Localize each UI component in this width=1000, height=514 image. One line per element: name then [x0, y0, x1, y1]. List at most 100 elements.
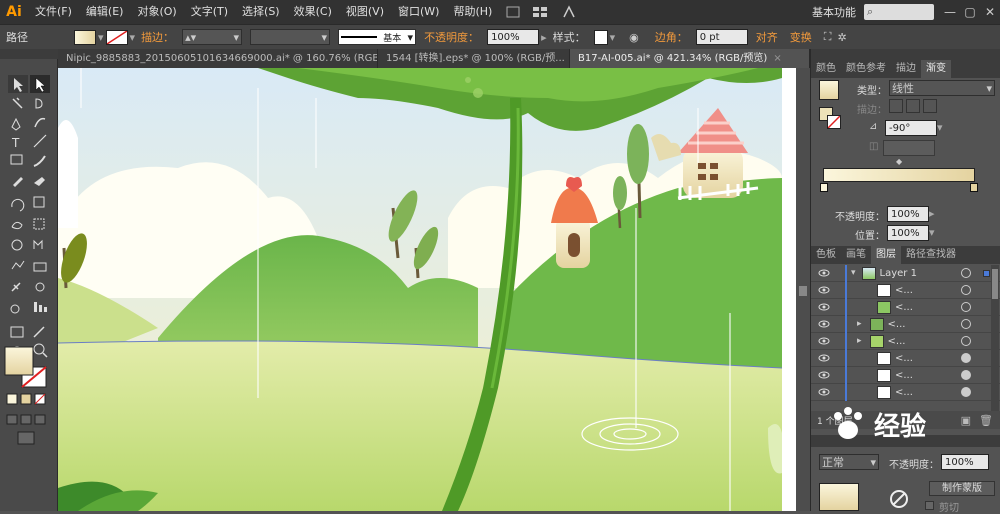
sublayer-row[interactable]: ▸ <...: [811, 332, 1000, 350]
corner-label[interactable]: 边角：: [649, 29, 694, 45]
layer-name[interactable]: Layer 1: [880, 268, 932, 279]
tab-pathfinder[interactable]: 路径查找器: [901, 246, 961, 264]
eye-icon[interactable]: [817, 302, 831, 312]
close-button[interactable]: ✕: [980, 5, 1000, 19]
close-tab-icon[interactable]: ×: [773, 53, 781, 64]
vertical-scrollbar[interactable]: [796, 68, 810, 511]
sublayer-row[interactable]: <...: [811, 366, 1000, 384]
target-circle[interactable]: [961, 370, 971, 380]
menu-select[interactable]: 选择(S): [235, 0, 287, 24]
eye-icon[interactable]: [817, 319, 831, 329]
hand-tool-icon[interactable]: [8, 339, 28, 357]
menu-window[interactable]: 窗口(W): [391, 0, 446, 24]
gpu-performance-icon[interactable]: [559, 4, 579, 20]
line-tool-icon[interactable]: [30, 135, 50, 153]
chevron-right-icon[interactable]: ▸: [857, 336, 862, 346]
sublayer-row[interactable]: ▸ <...: [811, 315, 1000, 333]
document-tab[interactable]: 1544 [转换].eps* @ 100% (RGB/预...: [378, 49, 570, 68]
eye-icon[interactable]: [817, 285, 831, 295]
chevron-down-icon[interactable]: ▾: [937, 121, 943, 134]
menu-edit[interactable]: 编辑(E): [79, 0, 131, 24]
maximize-button[interactable]: ▢: [960, 5, 980, 19]
variable-width-dropdown[interactable]: ▾: [250, 29, 331, 45]
selection-tool-icon[interactable]: [8, 75, 28, 93]
chevron-down-icon[interactable]: ▾: [851, 268, 856, 278]
gradient-stop-start[interactable]: [820, 183, 828, 192]
menu-file[interactable]: 文件(F): [28, 0, 79, 24]
target-circle[interactable]: [961, 302, 971, 312]
sublayer-name[interactable]: <...: [895, 353, 947, 364]
target-circle[interactable]: [961, 319, 971, 329]
eye-icon[interactable]: [817, 353, 831, 363]
gradient-slider[interactable]: [823, 168, 975, 182]
stroke-weight-dropdown[interactable]: ▴▾ ▾: [182, 29, 243, 45]
opacity-input[interactable]: 100%: [487, 29, 540, 45]
align-link[interactable]: 对齐: [750, 29, 784, 45]
sublayer-row[interactable]: <...: [811, 383, 1000, 401]
tab-brushes[interactable]: 画笔: [841, 246, 871, 264]
menu-type[interactable]: 文字(T): [184, 0, 235, 24]
arrange-documents-icon[interactable]: [531, 4, 551, 20]
sublayer-row[interactable]: <...: [811, 349, 1000, 367]
brush-tool-icon[interactable]: [30, 153, 50, 171]
scroll-thumb[interactable]: [799, 286, 807, 296]
gradient-stop-end[interactable]: [970, 183, 978, 192]
gradient-stroke-swatch[interactable]: [827, 115, 841, 129]
corner-input[interactable]: 0 pt: [695, 29, 748, 45]
gradient-type-dropdown[interactable]: 线性 ▾: [889, 80, 995, 96]
type-tool-icon[interactable]: [8, 135, 28, 153]
layer-row[interactable]: ▾ Layer 1: [811, 265, 1000, 282]
menu-effect[interactable]: 效果(C): [287, 0, 339, 24]
minimize-button[interactable]: —: [940, 5, 960, 19]
document-tab[interactable]: Nipic_9885883_20150605101634669000.ai* @…: [58, 49, 378, 68]
menu-view[interactable]: 视图(V): [339, 0, 391, 24]
sublayer-name[interactable]: <...: [888, 336, 940, 347]
tab-gradient[interactable]: 渐变: [921, 60, 951, 78]
panel-menu-icon[interactable]: ✲: [837, 31, 846, 44]
chevron-right-icon[interactable]: ▸: [857, 319, 862, 329]
eye-icon[interactable]: [817, 370, 831, 380]
graphic-style-swatch[interactable]: [593, 29, 608, 45]
target-circle[interactable]: [961, 285, 971, 295]
selected-art-indicator[interactable]: [983, 269, 990, 277]
stroke-mode-icons[interactable]: [889, 99, 939, 113]
layers-scrollbar[interactable]: [991, 265, 999, 411]
chevron-down-icon[interactable]: ▾: [98, 31, 104, 44]
opacity-label[interactable]: 不透明度：: [418, 29, 485, 45]
chevron-right-icon[interactable]: ▸: [929, 207, 935, 220]
direct-selection-icon[interactable]: [30, 75, 50, 93]
eye-icon[interactable]: [817, 336, 831, 346]
chevron-down-icon[interactable]: ▾: [929, 226, 935, 239]
target-circle[interactable]: [961, 353, 971, 363]
eye-icon[interactable]: [817, 268, 831, 278]
document-tab-active[interactable]: B17-AI-005.ai* @ 421.34% (RGB/预览) ×: [570, 49, 810, 68]
sublayer-name[interactable]: <...: [895, 370, 947, 381]
clip-checkbox[interactable]: [925, 501, 934, 510]
tab-swatches[interactable]: 色板: [811, 246, 841, 264]
gradient-preview-swatch[interactable]: [819, 80, 839, 100]
pen-tool-icon[interactable]: [8, 117, 28, 135]
menu-object[interactable]: 对象(O): [130, 0, 183, 24]
transparency-opacity-input[interactable]: 100%: [941, 454, 989, 470]
no-mask-icon[interactable]: [889, 489, 909, 509]
sublayer-name[interactable]: <...: [895, 285, 947, 296]
sublayer-row[interactable]: <...: [811, 281, 1000, 299]
transform-link[interactable]: 变换: [784, 29, 818, 45]
artboard-canvas[interactable]: [58, 68, 782, 511]
gradient-location-input[interactable]: 100%: [887, 225, 929, 241]
target-circle[interactable]: [961, 336, 971, 346]
sublayer-name[interactable]: <...: [888, 319, 940, 330]
zoom-tool-icon[interactable]: [30, 339, 50, 357]
tab-color-guide[interactable]: 颜色参考: [841, 60, 891, 78]
target-circle[interactable]: [961, 268, 971, 278]
search-input[interactable]: ⌕: [864, 4, 934, 20]
menu-help[interactable]: 帮助(H): [446, 0, 499, 24]
sublayer-row[interactable]: <...: [811, 298, 1000, 316]
tab-color[interactable]: 颜色: [811, 60, 841, 78]
rectangle-tool-icon[interactable]: [8, 153, 28, 171]
gradient-opacity-input[interactable]: 100%: [887, 206, 929, 222]
tab-layers[interactable]: 图层: [871, 246, 901, 264]
fill-swatch[interactable]: [74, 29, 96, 45]
make-mask-button[interactable]: 制作蒙版: [929, 481, 995, 496]
delete-layer-icon[interactable]: 🗑: [979, 414, 993, 427]
